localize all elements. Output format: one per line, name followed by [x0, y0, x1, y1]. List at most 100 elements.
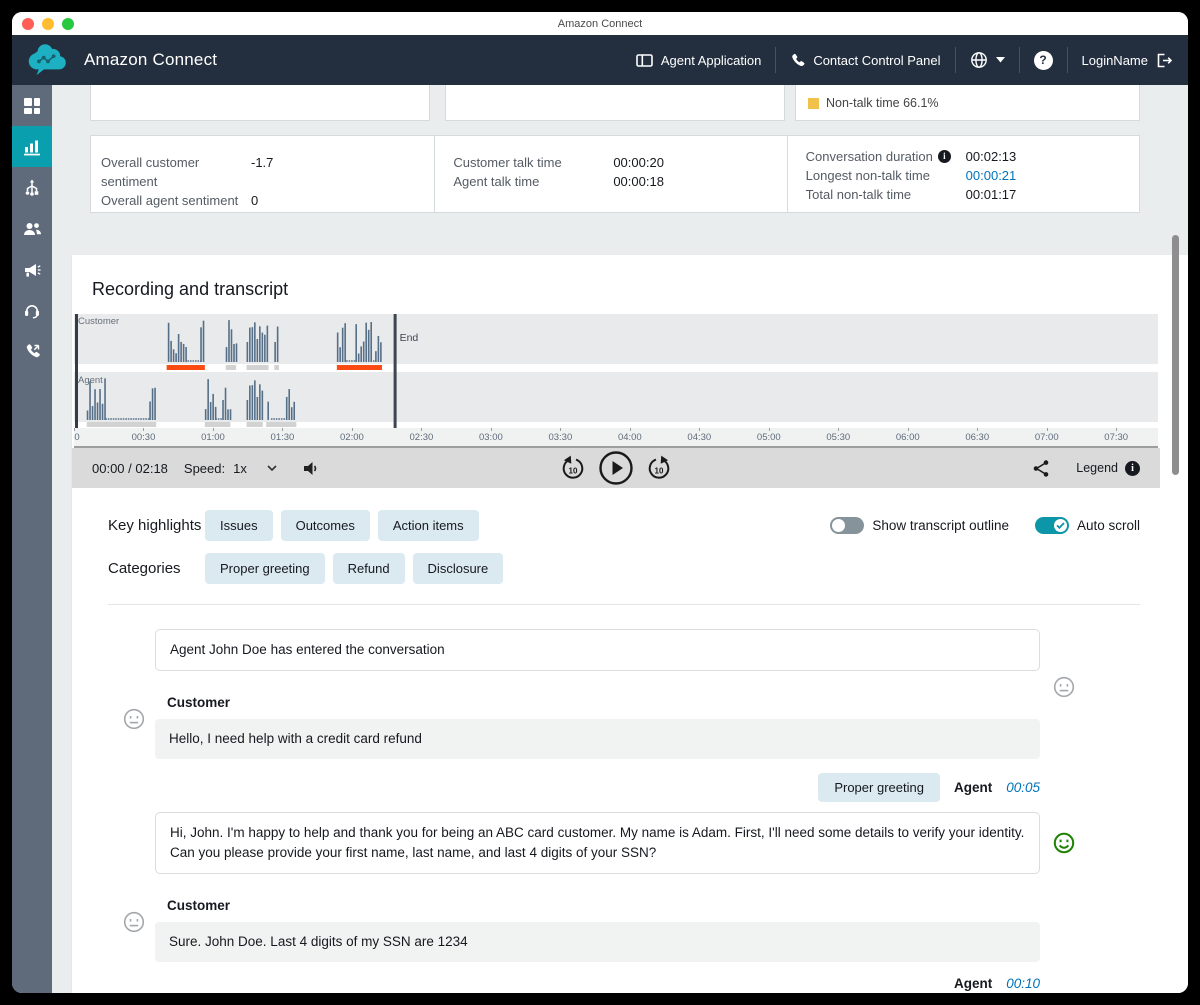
timeline-tick-mark [838, 428, 839, 431]
timeline-tick-mark [213, 428, 214, 431]
auto-scroll-toggle-group: Auto scroll [1035, 517, 1140, 534]
info-icon[interactable]: i [938, 150, 951, 163]
svg-text:10: 10 [569, 466, 578, 475]
metric-value: 00:02:13 [966, 147, 1017, 166]
nav-separator [1067, 47, 1068, 73]
metric-label: Customer talk time [453, 153, 613, 172]
summary-cards-row: Non-talk time 66.1% [90, 85, 1140, 121]
svg-text:End: End [400, 332, 419, 344]
timeline-tick-mark [421, 428, 422, 431]
audio-waveform[interactable]: CustomerAgentEnd [74, 314, 1158, 428]
auto-scroll-toggle[interactable] [1035, 517, 1069, 534]
sidebar-item-users[interactable] [12, 208, 52, 249]
speaker-label: Agent [954, 976, 992, 991]
speed-dropdown-caret-icon[interactable] [267, 465, 277, 471]
key-highlights-pills: Issues Outcomes Action items [205, 510, 479, 541]
message-text: Hello, I need help with a credit card re… [155, 719, 1040, 759]
amazon-connect-logo-icon [26, 42, 68, 78]
sidebar-item-support-headset[interactable] [12, 290, 52, 331]
auto-scroll-label: Auto scroll [1077, 518, 1140, 533]
categories-label: Categories [108, 560, 205, 577]
highlight-pill-action-items[interactable]: Action items [378, 510, 479, 541]
timeline-tick-mark [977, 428, 978, 431]
timeline-tick-mark [74, 428, 75, 431]
timeline-tick-label: 04:00 [618, 432, 642, 443]
metric-label: Agent talk time [453, 172, 613, 191]
metric-row: Overall agent sentiment 0 [101, 191, 434, 210]
main-content: Non-talk time 66.1% Overall customer sen… [52, 85, 1188, 993]
summary-card-sentiment [90, 85, 430, 121]
timeline-tick-label: 05:30 [826, 432, 850, 443]
legend-info-icon[interactable]: i [1125, 461, 1140, 476]
nav-agent-application[interactable]: Agent Application [636, 53, 761, 68]
timeline-tick-label: 04:30 [687, 432, 711, 443]
category-pill-proper-greeting[interactable]: Proper greeting [205, 553, 325, 584]
speaker-label: Customer [155, 695, 1040, 710]
timeline-tick-mark [491, 428, 492, 431]
logout-icon[interactable] [1156, 53, 1172, 68]
highlight-pill-outcomes[interactable]: Outcomes [281, 510, 370, 541]
nav-language-selector[interactable] [970, 51, 1005, 69]
timeline-tick-label: 03:30 [548, 432, 572, 443]
metric-value: 00:00:18 [613, 172, 664, 191]
message-meta: Proper greeting Agent 00:05 [155, 773, 1040, 802]
timeline-tick-mark [560, 428, 561, 431]
timeline-tick-label: 0 [74, 432, 79, 443]
play-button[interactable] [598, 450, 634, 486]
message-text: Sure. John Doe. Last 4 digits of my SSN … [155, 922, 1040, 962]
sentiment-neutral-icon [123, 911, 145, 933]
non-talk-legend-label: Non-talk time 66.1% [826, 96, 939, 110]
transcript-message-agent: Agent00:10Great, thanks John! I have you… [155, 976, 1040, 993]
message-category-pill[interactable]: Proper greeting [818, 773, 940, 802]
message-meta: Agent 00:10 [155, 976, 1040, 991]
forward-10-button[interactable]: 10 [646, 455, 672, 482]
timeline-tick-mark [282, 428, 283, 431]
metrics-talk-time-column: Customer talk time 00:00:20 Agent talk t… [434, 136, 786, 212]
timeline-tick-label: 06:30 [965, 432, 989, 443]
metric-value: 0 [251, 191, 258, 210]
categories-pills: Proper greeting Refund Disclosure [205, 553, 503, 584]
message-timestamp-link[interactable]: 00:05 [1006, 780, 1040, 795]
nav-login-user[interactable]: LoginName [1082, 53, 1173, 68]
show-transcript-outline-toggle[interactable] [830, 517, 864, 534]
rewind-10-button[interactable]: 10 [560, 455, 586, 482]
timeline-tick-label: 05:00 [757, 432, 781, 443]
svg-text:Customer: Customer [78, 316, 119, 327]
volume-icon[interactable] [303, 461, 320, 476]
timeline-ruler[interactable]: 000:3001:0001:3002:0002:3003:0003:3004:0… [74, 428, 1158, 448]
sidebar-item-contact-calls[interactable] [12, 331, 52, 372]
longest-non-talk-link[interactable]: 00:00:21 [966, 166, 1017, 185]
nav-separator [775, 47, 776, 73]
metric-row: Agent talk time 00:00:18 [453, 172, 786, 191]
timeline-tick-label: 07:30 [1104, 432, 1128, 443]
metric-label: Total non-talk time [806, 185, 966, 204]
sidebar-item-dashboard[interactable] [12, 85, 52, 126]
sentiment-positive-icon [1053, 832, 1075, 854]
speaker-label: Agent [954, 780, 992, 795]
message-timestamp-link[interactable]: 00:10 [1006, 976, 1040, 991]
timeline-tick-label: 07:00 [1035, 432, 1059, 443]
sidebar-item-announcements[interactable] [12, 249, 52, 290]
sidebar-item-metrics-analytics[interactable] [12, 126, 52, 167]
highlight-pill-issues[interactable]: Issues [205, 510, 273, 541]
metric-label: Longest non-talk time [806, 166, 966, 185]
timeline-tick-mark [1047, 428, 1048, 431]
metric-row: Total non-talk time 00:01:17 [806, 185, 1139, 204]
summary-card-talk-time [445, 85, 785, 121]
timeline-tick-label: 01:30 [271, 432, 295, 443]
scrollbar-thumb[interactable] [1172, 235, 1179, 475]
sidebar-item-routing[interactable] [12, 167, 52, 208]
metric-label: Conversation duration [806, 147, 933, 166]
waveform-svg: CustomerAgentEnd [74, 314, 1158, 428]
speed-value[interactable]: 1x [233, 461, 247, 476]
key-highlights-label: Key highlights [108, 517, 205, 534]
share-icon[interactable] [1032, 459, 1050, 478]
help-icon[interactable]: ? [1034, 51, 1053, 70]
metric-value: -1.7 [251, 153, 273, 191]
timeline-tick-label: 02:00 [340, 432, 364, 443]
svg-text:10: 10 [655, 466, 664, 475]
category-pill-refund[interactable]: Refund [333, 553, 405, 584]
category-pill-disclosure[interactable]: Disclosure [413, 553, 504, 584]
nav-contact-control-panel[interactable]: Contact Control Panel [790, 53, 940, 68]
summary-card-non-talk: Non-talk time 66.1% [795, 85, 1140, 121]
